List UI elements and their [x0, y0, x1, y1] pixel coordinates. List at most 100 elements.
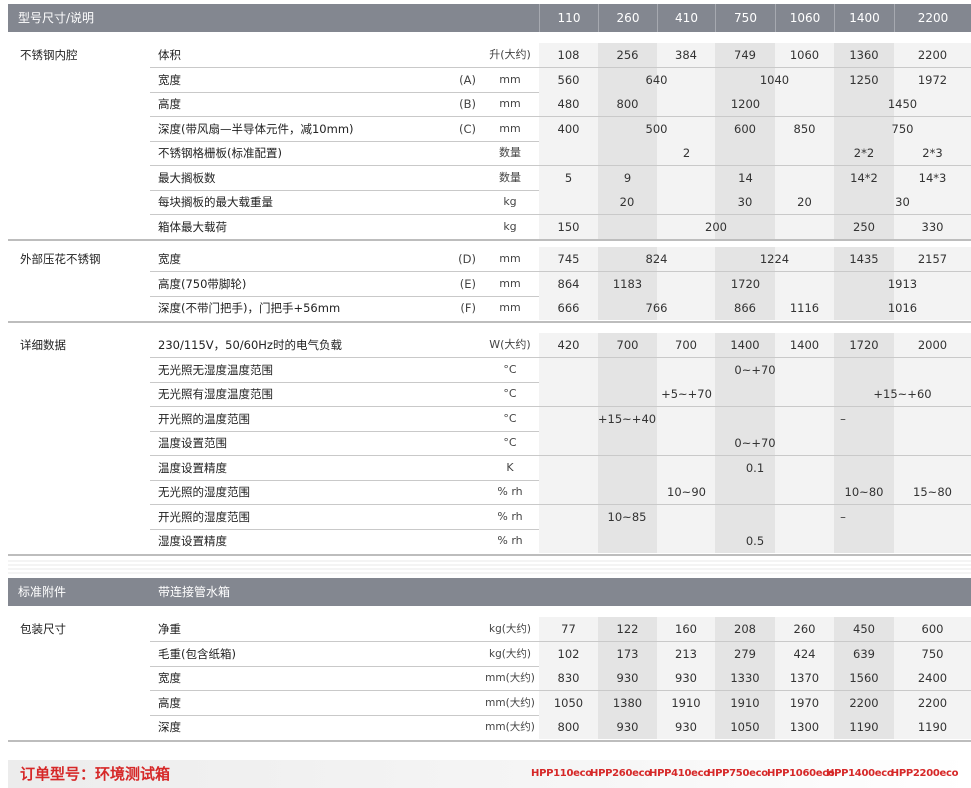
row-unit: mm(大约) [485, 696, 535, 709]
row-value: 279 [734, 646, 756, 661]
table-row: 净重 kg(大约) 77 122 160 208 260 450 600 [8, 617, 971, 642]
order-code: HPP410eco [649, 768, 710, 779]
row-value: 1190 [917, 720, 948, 734]
row-value: 1913 [887, 276, 918, 291]
table-row: 箱体最大载荷 kg 150 200 250 330 [8, 214, 971, 239]
row-label: 深度(不带门把手)，门把手+56mm [158, 301, 341, 315]
row-value: 745 [557, 252, 580, 266]
table-row: 宽度 (D) mm 745 824 1224 1435 2157 [8, 247, 971, 272]
model-column-header: 1060 [775, 4, 834, 32]
model-column-header: 2200 [894, 4, 971, 32]
row-value: 560 [557, 72, 580, 87]
row-unit: mm [499, 97, 521, 110]
row-label: 温度设置范围 [158, 436, 227, 450]
row-value: 2200 [849, 695, 879, 710]
row-value: 1224 [759, 252, 790, 266]
row-value: 639 [853, 646, 875, 661]
row-label: 开光照的温度范围 [158, 411, 250, 426]
table-row: 深度(不带门把手)，门把手+56mm (F) mm 666 766 866 1116 1016 [8, 296, 971, 320]
row-label: 无光照的湿度范围 [158, 485, 250, 499]
row-reference [432, 43, 476, 67]
row-value: 450 [853, 622, 875, 636]
row-unit: mm(大约) [485, 721, 535, 733]
order-code: HPP110eco [531, 768, 592, 779]
row-value: 1560 [849, 671, 879, 685]
row-value: 700 [675, 338, 697, 352]
row-value: 208 [734, 622, 756, 636]
row-value: 260 [793, 622, 816, 636]
row-value: 384 [675, 48, 697, 62]
row-value: 1116 [789, 301, 820, 315]
row-value: 800 [616, 97, 639, 111]
row-value: 14*2 [850, 170, 878, 185]
row-unit: 数量 [499, 146, 521, 159]
table-row: 深度 mm(大约) 800 930 930 1050 1300 1190 1190 [8, 715, 971, 739]
row-value: 750 [891, 121, 914, 136]
model-column-header: 260 [598, 4, 657, 32]
row-value: 1050 [730, 720, 760, 734]
row-value: 930 [675, 671, 697, 685]
table-row: 毛重(包含纸箱) kg(大约) 102 173 213 279 424 639 750 [8, 641, 971, 667]
packaging-group: 包装尺寸 净重 kg(大约) 77 122 160 208 260 450 600 毛重(包含纸箱)… [8, 617, 971, 742]
row-unit: °C [503, 436, 517, 449]
row-value: 15~80 [913, 485, 952, 499]
row-value: 10~85 [607, 509, 647, 524]
row-reference [432, 333, 476, 357]
row-value: 749 [734, 48, 756, 62]
row-label: 230/115V，50/60Hz时的电气负载 [158, 338, 342, 352]
row-value: 0~+70 [734, 436, 776, 450]
order-title: 订单型号：环境测试箱 [20, 765, 171, 783]
row-value: 1910 [671, 695, 701, 710]
table-row: 无光照有湿度温度范围 °C +5~+70 +15~+60 [8, 382, 971, 407]
row-label: 净重 [158, 622, 181, 636]
row-unit: kg(大约) [489, 623, 531, 635]
row-label: 每块搁板的最大载重量 [158, 195, 273, 209]
row-value: 850 [793, 121, 816, 136]
row-label: 箱体最大载荷 [158, 219, 227, 234]
order-code: HPP750eco [707, 768, 768, 779]
row-value: 330 [921, 219, 944, 234]
row-reference: (F) [460, 301, 476, 315]
row-value: 750 [921, 646, 944, 661]
row-unit: mm [499, 72, 521, 86]
row-value: 0~+70 [734, 362, 776, 377]
row-value: 1300 [789, 720, 820, 734]
row-value: 1970 [789, 695, 820, 710]
row-value: 1040 [759, 72, 790, 87]
row-value: 0.1 [745, 460, 765, 475]
table-row: 每块搁板的最大载重量 kg 20 30 20 30 [8, 190, 971, 215]
row-value: – [840, 509, 846, 524]
table-row: 温度设置范围 °C 0~+70 [8, 431, 971, 456]
row-value: 1400 [789, 338, 820, 352]
row-value: 1200 [730, 97, 761, 111]
table-row: 无光照无湿度温度范围 °C 0~+70 [8, 357, 971, 383]
header-row: 型号尺寸/说明 110 260 410 750 1060 1400 2200 [8, 4, 971, 32]
row-value: 600 [734, 121, 756, 136]
row-unit: % rh [497, 485, 523, 498]
spec-group: 外部压花不锈钢 宽度 (D) mm 745 824 1224 1435 2157 高度(750带脚… [8, 247, 971, 323]
order-code: HPP1400eco [826, 768, 894, 779]
row-reference [432, 407, 476, 431]
row-reference [432, 382, 476, 406]
row-value: 2157 [917, 252, 948, 266]
row-value: 256 [616, 48, 639, 62]
table-row: 最大搁板数 数量 5 9 14 14*2 14*3 [8, 165, 971, 191]
row-value: 1400 [730, 338, 760, 352]
row-value: 600 [921, 622, 944, 636]
row-reference: (D) [458, 252, 476, 266]
row-reference: (B) [459, 97, 476, 111]
table-row: 无光照的湿度范围 % rh 10~90 10~80 15~80 [8, 480, 971, 505]
model-column-header: 110 [539, 4, 598, 32]
row-unit: % rh [497, 509, 523, 523]
row-reference [432, 190, 476, 214]
row-value: 500 [645, 121, 668, 136]
row-label: 毛重(包含纸箱) [158, 646, 236, 661]
row-value: 1720 [849, 338, 879, 352]
row-value: 1060 [789, 48, 820, 62]
section-divider [8, 320, 971, 323]
row-unit: mm [499, 252, 521, 265]
row-reference [432, 529, 476, 553]
row-value: 1016 [887, 301, 918, 315]
row-value: 1050 [553, 695, 584, 710]
row-value: 930 [616, 671, 639, 685]
